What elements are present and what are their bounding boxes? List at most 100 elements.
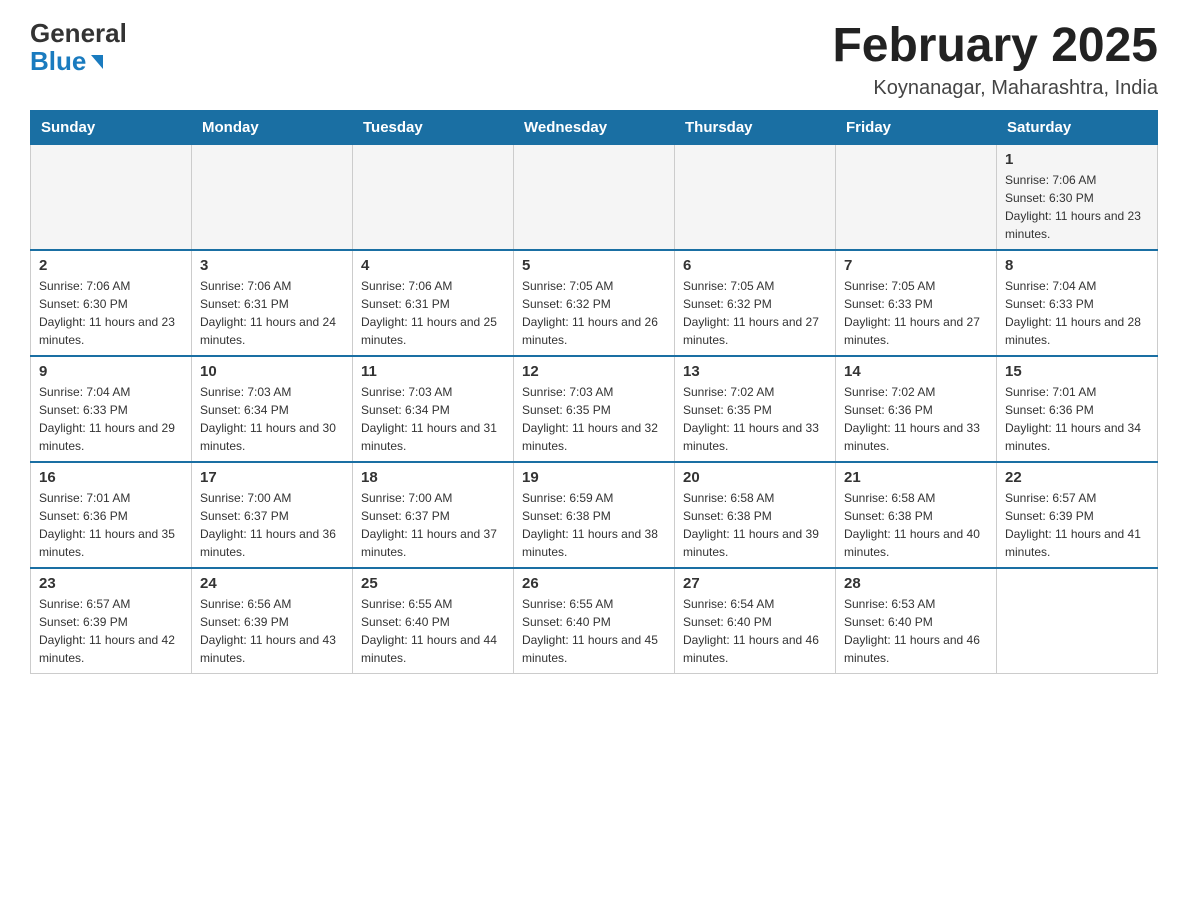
day-number: 10 (200, 363, 344, 380)
calendar-cell: 12 Sunrise: 7:03 AM Sunset: 6:35 PM Dayli… (514, 356, 675, 462)
calendar-cell: 23 Sunrise: 6:57 AM Sunset: 6:39 PM Dayli… (31, 568, 192, 674)
logo-blue-text: Blue (30, 46, 103, 77)
calendar-header: Sunday Monday Tuesday Wednesday Thursday… (31, 110, 1158, 144)
calendar-cell: 2 Sunrise: 7:06 AM Sunset: 6:30 PM Daylig… (31, 250, 192, 356)
day-number: 26 (522, 575, 666, 592)
calendar-cell: 7 Sunrise: 7:05 AM Sunset: 6:33 PM Daylig… (836, 250, 997, 356)
day-number: 8 (1005, 257, 1149, 274)
day-info: Sunrise: 7:03 AM Sunset: 6:34 PM Dayligh… (200, 383, 344, 455)
day-number: 5 (522, 257, 666, 274)
calendar-cell: 8 Sunrise: 7:04 AM Sunset: 6:33 PM Daylig… (997, 250, 1158, 356)
calendar-subtitle: Koynanagar, Maharashtra, India (832, 77, 1158, 100)
day-info: Sunrise: 7:05 AM Sunset: 6:33 PM Dayligh… (844, 277, 988, 349)
day-info: Sunrise: 7:04 AM Sunset: 6:33 PM Dayligh… (1005, 277, 1149, 349)
calendar-cell (31, 144, 192, 250)
calendar-cell (192, 144, 353, 250)
day-info: Sunrise: 7:04 AM Sunset: 6:33 PM Dayligh… (39, 383, 183, 455)
day-number: 28 (844, 575, 988, 592)
day-number: 27 (683, 575, 827, 592)
calendar-cell: 15 Sunrise: 7:01 AM Sunset: 6:36 PM Dayli… (997, 356, 1158, 462)
day-info: Sunrise: 7:03 AM Sunset: 6:34 PM Dayligh… (361, 383, 505, 455)
day-info: Sunrise: 6:55 AM Sunset: 6:40 PM Dayligh… (522, 595, 666, 667)
day-info: Sunrise: 6:59 AM Sunset: 6:38 PM Dayligh… (522, 489, 666, 561)
calendar-cell: 1Sunrise: 7:06 AM Sunset: 6:30 PM Daylig… (997, 144, 1158, 250)
day-number: 2 (39, 257, 183, 274)
day-info: Sunrise: 6:54 AM Sunset: 6:40 PM Dayligh… (683, 595, 827, 667)
day-info: Sunrise: 7:01 AM Sunset: 6:36 PM Dayligh… (1005, 383, 1149, 455)
calendar-cell: 16Sunrise: 7:01 AM Sunset: 6:36 PM Dayli… (31, 462, 192, 568)
calendar-cell: 28 Sunrise: 6:53 AM Sunset: 6:40 PM Dayli… (836, 568, 997, 674)
day-info: Sunrise: 7:02 AM Sunset: 6:35 PM Dayligh… (683, 383, 827, 455)
day-number: 7 (844, 257, 988, 274)
day-info: Sunrise: 6:53 AM Sunset: 6:40 PM Dayligh… (844, 595, 988, 667)
calendar-cell: 6Sunrise: 7:05 AM Sunset: 6:32 PM Daylig… (675, 250, 836, 356)
day-number: 24 (200, 575, 344, 592)
day-number: 11 (361, 363, 505, 380)
calendar-cell: 26 Sunrise: 6:55 AM Sunset: 6:40 PM Dayli… (514, 568, 675, 674)
calendar-cell: 3 Sunrise: 7:06 AM Sunset: 6:31 PM Daylig… (192, 250, 353, 356)
calendar-cell: 10 Sunrise: 7:03 AM Sunset: 6:34 PM Dayli… (192, 356, 353, 462)
calendar-week-1: 1Sunrise: 7:06 AM Sunset: 6:30 PM Daylig… (31, 144, 1158, 250)
day-info: Sunrise: 6:55 AM Sunset: 6:40 PM Dayligh… (361, 595, 505, 667)
day-number: 20 (683, 469, 827, 486)
header-sunday: Sunday (31, 110, 192, 144)
calendar-cell (836, 144, 997, 250)
calendar-cell: 9 Sunrise: 7:04 AM Sunset: 6:33 PM Daylig… (31, 356, 192, 462)
calendar-title: February 2025 (832, 20, 1158, 73)
day-info: Sunrise: 7:00 AM Sunset: 6:37 PM Dayligh… (200, 489, 344, 561)
day-number: 3 (200, 257, 344, 274)
header-row: Sunday Monday Tuesday Wednesday Thursday… (31, 110, 1158, 144)
calendar-cell: 17 Sunrise: 7:00 AM Sunset: 6:37 PM Dayli… (192, 462, 353, 568)
calendar-cell: 25 Sunrise: 6:55 AM Sunset: 6:40 PM Dayli… (353, 568, 514, 674)
day-number: 16 (39, 469, 183, 486)
day-number: 18 (361, 469, 505, 486)
calendar-cell: 27 Sunrise: 6:54 AM Sunset: 6:40 PM Dayli… (675, 568, 836, 674)
day-info: Sunrise: 6:57 AM Sunset: 6:39 PM Dayligh… (39, 595, 183, 667)
header-tuesday: Tuesday (353, 110, 514, 144)
calendar-cell (997, 568, 1158, 674)
calendar-cell: 18 Sunrise: 7:00 AM Sunset: 6:37 PM Dayli… (353, 462, 514, 568)
day-info: Sunrise: 6:58 AM Sunset: 6:38 PM Dayligh… (683, 489, 827, 561)
calendar-body: 1Sunrise: 7:06 AM Sunset: 6:30 PM Daylig… (31, 144, 1158, 673)
day-number: 4 (361, 257, 505, 274)
calendar-cell: 21Sunrise: 6:58 AM Sunset: 6:38 PM Dayli… (836, 462, 997, 568)
day-number: 14 (844, 363, 988, 380)
header-friday: Friday (836, 110, 997, 144)
calendar-cell: 19 Sunrise: 6:59 AM Sunset: 6:38 PM Dayli… (514, 462, 675, 568)
day-number: 25 (361, 575, 505, 592)
day-number: 19 (522, 469, 666, 486)
calendar-week-3: 9 Sunrise: 7:04 AM Sunset: 6:33 PM Daylig… (31, 356, 1158, 462)
header-monday: Monday (192, 110, 353, 144)
calendar-cell: 24Sunrise: 6:56 AM Sunset: 6:39 PM Dayli… (192, 568, 353, 674)
day-number: 12 (522, 363, 666, 380)
calendar-week-2: 2 Sunrise: 7:06 AM Sunset: 6:30 PM Daylig… (31, 250, 1158, 356)
calendar-week-4: 16Sunrise: 7:01 AM Sunset: 6:36 PM Dayli… (31, 462, 1158, 568)
calendar-table: Sunday Monday Tuesday Wednesday Thursday… (30, 110, 1158, 674)
calendar-cell: 11 Sunrise: 7:03 AM Sunset: 6:34 PM Dayli… (353, 356, 514, 462)
header-wednesday: Wednesday (514, 110, 675, 144)
day-number: 23 (39, 575, 183, 592)
day-number: 17 (200, 469, 344, 486)
day-number: 9 (39, 363, 183, 380)
day-number: 13 (683, 363, 827, 380)
title-block: February 2025 Koynanagar, Maharashtra, I… (832, 20, 1158, 100)
day-info: Sunrise: 7:06 AM Sunset: 6:31 PM Dayligh… (200, 277, 344, 349)
calendar-cell: 13 Sunrise: 7:02 AM Sunset: 6:35 PM Dayli… (675, 356, 836, 462)
calendar-cell (353, 144, 514, 250)
calendar-cell: 5Sunrise: 7:05 AM Sunset: 6:32 PM Daylig… (514, 250, 675, 356)
header-thursday: Thursday (675, 110, 836, 144)
calendar-cell: 22Sunrise: 6:57 AM Sunset: 6:39 PM Dayli… (997, 462, 1158, 568)
day-number: 21 (844, 469, 988, 486)
calendar-cell (514, 144, 675, 250)
day-number: 15 (1005, 363, 1149, 380)
day-info: Sunrise: 7:00 AM Sunset: 6:37 PM Dayligh… (361, 489, 505, 561)
calendar-week-5: 23 Sunrise: 6:57 AM Sunset: 6:39 PM Dayli… (31, 568, 1158, 674)
calendar-cell: 4 Sunrise: 7:06 AM Sunset: 6:31 PM Daylig… (353, 250, 514, 356)
day-info: Sunrise: 7:06 AM Sunset: 6:30 PM Dayligh… (1005, 171, 1149, 243)
day-info: Sunrise: 7:06 AM Sunset: 6:30 PM Dayligh… (39, 277, 183, 349)
page-header: General Blue February 2025 Koynanagar, M… (30, 20, 1158, 100)
day-info: Sunrise: 7:06 AM Sunset: 6:31 PM Dayligh… (361, 277, 505, 349)
logo-general-text: General (30, 20, 127, 46)
calendar-cell (675, 144, 836, 250)
day-info: Sunrise: 7:03 AM Sunset: 6:35 PM Dayligh… (522, 383, 666, 455)
